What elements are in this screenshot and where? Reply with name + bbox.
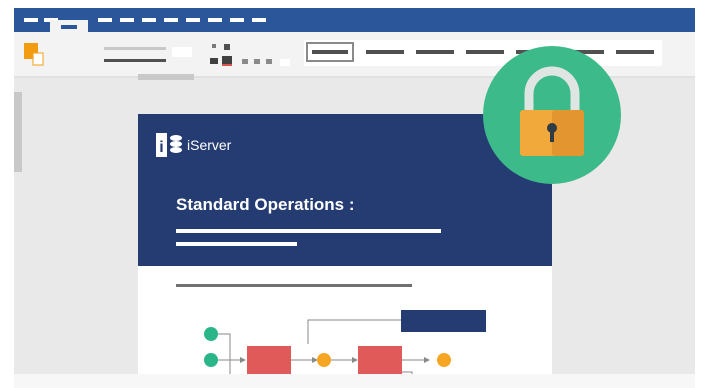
stacked-disks-icon: i xyxy=(156,133,182,157)
format-buttons[interactable] xyxy=(210,44,290,66)
ribbon-tab[interactable] xyxy=(142,18,156,22)
connector-node xyxy=(437,353,451,367)
arrow-head xyxy=(240,357,246,363)
font-name-box[interactable] xyxy=(104,47,166,62)
subtitle-line xyxy=(176,242,297,246)
style-item[interactable] xyxy=(416,50,454,54)
horizontal-ruler xyxy=(138,74,194,80)
document-title: Standard Operations : xyxy=(176,195,355,214)
ribbon-tab[interactable] xyxy=(186,18,200,22)
arrow-head xyxy=(424,357,430,363)
ribbon-tab[interactable] xyxy=(208,18,222,22)
start-node xyxy=(204,327,218,341)
paste-icon[interactable] xyxy=(24,43,44,66)
ribbon-tab[interactable] xyxy=(98,18,112,22)
padlock-icon xyxy=(483,46,621,184)
quick-access-item[interactable] xyxy=(24,18,38,22)
connector-node xyxy=(317,353,331,367)
font-size-box[interactable] xyxy=(172,47,192,57)
callout-box xyxy=(401,310,486,332)
ribbon-tab-active-label xyxy=(61,25,77,29)
logo-mark: i xyxy=(159,139,163,156)
arrow-head xyxy=(352,357,358,363)
ribbon-tab[interactable] xyxy=(252,18,266,22)
ribbon-tab[interactable] xyxy=(230,18,244,22)
title-bar xyxy=(14,8,695,32)
process-flow-diagram xyxy=(204,310,486,382)
status-bar xyxy=(14,374,695,388)
ribbon-tab[interactable] xyxy=(164,18,178,22)
style-item[interactable] xyxy=(366,50,404,54)
vertical-ruler xyxy=(14,92,22,172)
style-sample xyxy=(312,50,348,54)
title-underline xyxy=(176,229,441,233)
ribbon-tab[interactable] xyxy=(120,18,134,22)
style-item[interactable] xyxy=(616,50,654,54)
start-node xyxy=(204,353,218,367)
brand-name: iServer xyxy=(187,137,232,153)
